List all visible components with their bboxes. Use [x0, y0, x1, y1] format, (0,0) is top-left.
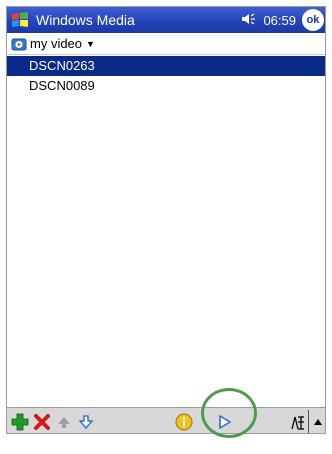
speaker-icon[interactable] — [241, 12, 259, 29]
list-item[interactable]: DSCN0089 — [7, 76, 325, 96]
video-list: DSCN0263 DSCN0089 — [7, 56, 325, 406]
ok-button[interactable]: ok — [302, 9, 324, 31]
folder-label: my video — [30, 36, 83, 51]
chevron-down-icon: ▼ — [86, 38, 95, 49]
windows-flag-icon — [12, 12, 28, 27]
start-menu-button[interactable] — [7, 7, 33, 33]
move-down-icon[interactable] — [75, 411, 97, 433]
list-item[interactable]: DSCN0263 — [7, 56, 325, 76]
media-folder-icon — [11, 38, 27, 50]
bottom-toolbar — [7, 407, 325, 433]
move-up-icon[interactable] — [53, 411, 75, 433]
delete-icon[interactable] — [31, 411, 53, 433]
info-icon[interactable] — [173, 411, 195, 433]
device-screen: Windows Media 06:59 ok my video ▼ DSCN02… — [6, 6, 326, 434]
input-panel-icon[interactable] — [287, 411, 309, 433]
app-title: Windows Media — [36, 12, 135, 28]
folder-selector[interactable]: my video ▼ — [7, 33, 325, 55]
title-bar: Windows Media 06:59 ok — [7, 7, 325, 33]
clock[interactable]: 06:59 — [263, 13, 296, 28]
input-panel-arrow-icon[interactable] — [308, 410, 325, 433]
play-icon[interactable] — [213, 411, 235, 433]
add-icon[interactable] — [9, 411, 31, 433]
